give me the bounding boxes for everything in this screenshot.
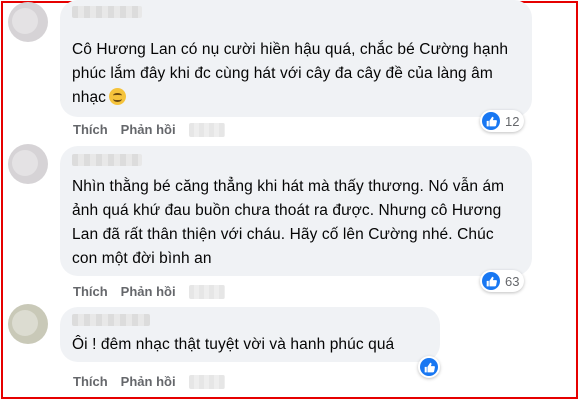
avatar[interactable] bbox=[8, 304, 48, 344]
like-link[interactable]: Thích bbox=[73, 122, 108, 137]
reaction-summary[interactable]: 63 bbox=[480, 270, 525, 292]
comment-bubble: Cô Hương Lan có nụ cười hiền hậu quá, ch… bbox=[60, 0, 532, 117]
author-name-redacted[interactable] bbox=[72, 154, 142, 166]
smiling-face-emoji-icon bbox=[109, 88, 127, 105]
reaction-count: 12 bbox=[505, 113, 520, 129]
timestamp-redacted[interactable] bbox=[188, 374, 225, 389]
like-icon bbox=[482, 112, 500, 130]
comment-actions: Thích Phản hồi bbox=[73, 122, 225, 137]
timestamp-redacted[interactable] bbox=[188, 284, 225, 299]
avatar[interactable] bbox=[8, 2, 48, 42]
comment-actions: Thích Phản hồi bbox=[73, 284, 225, 299]
like-icon bbox=[420, 358, 438, 376]
avatar[interactable] bbox=[8, 144, 48, 184]
author-name-redacted[interactable] bbox=[72, 6, 142, 18]
reply-link[interactable]: Phản hồi bbox=[121, 374, 176, 389]
like-icon bbox=[482, 272, 500, 290]
comment-bubble: Ôi ! đêm nhạc thật tuyệt vời và hanh phú… bbox=[60, 307, 440, 362]
comment-text: Ôi ! đêm nhạc thật tuyệt vời và hanh phú… bbox=[72, 336, 395, 353]
reaction-summary[interactable] bbox=[418, 356, 440, 378]
comment-bubble: Nhìn thằng bé căng thẳng khi hát mà thấy… bbox=[60, 146, 532, 276]
reaction-count: 63 bbox=[505, 273, 520, 289]
reply-link[interactable]: Phản hồi bbox=[121, 284, 176, 299]
comment-actions: Thích Phản hồi bbox=[73, 374, 225, 389]
author-name-redacted[interactable] bbox=[72, 314, 150, 326]
comment-text: Nhìn thằng bé căng thẳng khi hát mà thấy… bbox=[72, 178, 505, 267]
reaction-summary[interactable]: 12 bbox=[480, 110, 525, 132]
comment-text: Cô Hương Lan có nụ cười hiền hậu quá, ch… bbox=[72, 41, 509, 106]
timestamp-redacted[interactable] bbox=[188, 122, 225, 137]
reply-link[interactable]: Phản hồi bbox=[121, 122, 176, 137]
like-link[interactable]: Thích bbox=[73, 284, 108, 299]
like-link[interactable]: Thích bbox=[73, 374, 108, 389]
